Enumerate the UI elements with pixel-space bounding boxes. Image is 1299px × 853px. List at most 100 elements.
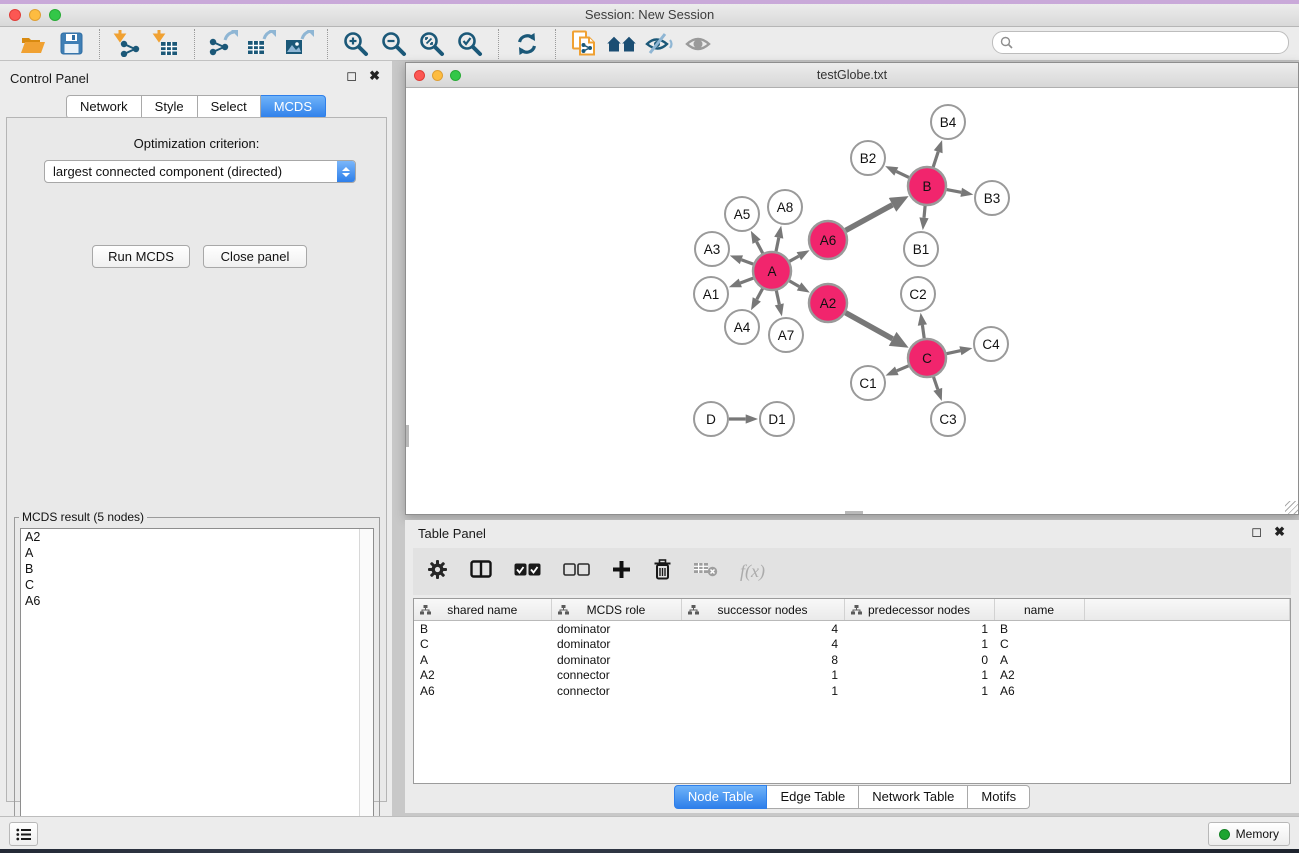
clone-network-button[interactable]	[567, 29, 601, 59]
zoom-out-button[interactable]	[377, 29, 411, 59]
add-column-button[interactable]	[612, 560, 631, 584]
table-row[interactable]: A6connector11A6	[414, 683, 1290, 699]
tab-style[interactable]: Style	[142, 95, 198, 119]
task-history-button[interactable]	[9, 822, 38, 846]
column-header-MCDS-role[interactable]: MCDS role	[551, 599, 681, 621]
table-cell[interactable]: 1	[844, 621, 994, 637]
export-network-button[interactable]	[206, 29, 240, 59]
mcds-result-item[interactable]: A	[21, 545, 373, 561]
column-header-name[interactable]: name	[994, 599, 1084, 621]
graph-edge-C-C2[interactable]	[922, 325, 924, 338]
graph-edge-A-A2[interactable]	[789, 281, 799, 287]
network-canvas[interactable]: B4B2BB3A8A5A6A3B1AA1C2A2A4A7C4CC1C3DD1	[406, 88, 1298, 514]
graph-edge-A2-C[interactable]	[846, 313, 893, 339]
close-panel-icon[interactable]: ✖	[1274, 525, 1285, 538]
table-cell[interactable]: A6	[994, 683, 1084, 699]
column-header-predecessor-nodes[interactable]: predecessor nodes	[844, 599, 994, 621]
tab-network-table[interactable]: Network Table	[859, 785, 968, 809]
network-vertical-scrollbar[interactable]	[406, 425, 409, 447]
table-cell[interactable]: 1	[681, 668, 844, 684]
tab-motifs[interactable]: Motifs	[968, 785, 1030, 809]
network-horizontal-scrollbar[interactable]	[845, 511, 863, 514]
mcds-result-item[interactable]: A2	[21, 529, 373, 545]
table-cell[interactable]: B	[414, 621, 551, 637]
table-cell[interactable]: A2	[414, 668, 551, 684]
mcds-list-scrollbar[interactable]	[359, 529, 373, 836]
table-cell[interactable]: 1	[844, 637, 994, 653]
table-cell[interactable]: 1	[844, 683, 994, 699]
optimization-criterion-select[interactable]: largest connected component (directed)	[44, 160, 356, 183]
table-cell[interactable]: B	[994, 621, 1084, 637]
graph-edge-A-A5[interactable]	[757, 242, 763, 254]
graph-edge-B-B3[interactable]	[947, 190, 962, 193]
houses-button[interactable]	[605, 29, 639, 59]
delete-table-button[interactable]	[694, 561, 718, 582]
mcds-result-item[interactable]: A6	[21, 593, 373, 609]
table-cell[interactable]: A6	[414, 683, 551, 699]
table-cell[interactable]: 1	[844, 668, 994, 684]
table-cell[interactable]: A	[994, 652, 1084, 668]
select-all-button[interactable]	[514, 563, 541, 581]
table-cell[interactable]: 0	[844, 652, 994, 668]
export-image-button[interactable]	[282, 29, 316, 59]
table-cell[interactable]: dominator	[551, 637, 681, 653]
table-cell[interactable]: dominator	[551, 621, 681, 637]
search-input[interactable]	[1013, 35, 1288, 51]
table-cell[interactable]: dominator	[551, 652, 681, 668]
table-row[interactable]: A2connector11A2	[414, 668, 1290, 684]
graph-edge-B-B2[interactable]	[896, 171, 909, 177]
zoom-selected-button[interactable]	[453, 29, 487, 59]
import-network-button[interactable]	[111, 29, 145, 59]
graph-edge-C-C4[interactable]	[947, 351, 961, 354]
function-builder-button[interactable]: f(x)	[740, 561, 765, 582]
save-session-button[interactable]	[54, 29, 88, 59]
table-cell[interactable]: connector	[551, 683, 681, 699]
table-cell[interactable]: A	[414, 652, 551, 668]
zoom-fit-button[interactable]	[415, 29, 449, 59]
table-cell[interactable]: C	[994, 637, 1084, 653]
table-cell[interactable]: 4	[681, 621, 844, 637]
tab-node-table[interactable]: Node Table	[674, 785, 768, 809]
delete-button[interactable]	[653, 559, 672, 585]
table-cell[interactable]: A2	[994, 668, 1084, 684]
graph-edge-A-A1[interactable]	[740, 278, 753, 283]
table-cell[interactable]: 1	[681, 683, 844, 699]
import-table-button[interactable]	[149, 29, 183, 59]
zoom-in-button[interactable]	[339, 29, 373, 59]
table-row[interactable]: Cdominator41C	[414, 637, 1290, 653]
graph-edge-C-C1[interactable]	[897, 366, 909, 371]
window-resize-grip[interactable]	[1285, 501, 1298, 514]
show-eye-button[interactable]	[681, 29, 715, 59]
graph-edge-A-A4[interactable]	[757, 289, 763, 300]
hide-eye-button[interactable]	[643, 29, 677, 59]
float-panel-icon[interactable]: ◻	[1251, 525, 1262, 538]
float-panel-icon[interactable]: ◻	[346, 69, 357, 82]
graph-edge-B-B4[interactable]	[933, 152, 938, 167]
table-cell[interactable]: connector	[551, 668, 681, 684]
close-panel-icon[interactable]: ✖	[369, 69, 380, 82]
graph-edge-A-A6[interactable]	[790, 256, 799, 261]
export-table-button[interactable]	[244, 29, 278, 59]
run-mcds-button[interactable]: Run MCDS	[92, 245, 190, 268]
graph-edge-A-A8[interactable]	[776, 238, 779, 252]
column-header-successor-nodes[interactable]: successor nodes	[681, 599, 844, 621]
graph-edge-B-B1[interactable]	[924, 206, 925, 218]
tab-network[interactable]: Network	[66, 95, 142, 119]
tab-select[interactable]: Select	[198, 95, 261, 119]
open-session-button[interactable]	[16, 29, 50, 59]
graph-edge-C-C3[interactable]	[934, 377, 938, 390]
table-settings-button[interactable]	[427, 559, 448, 585]
tab-edge-table[interactable]: Edge Table	[767, 785, 859, 809]
column-layout-button[interactable]	[470, 560, 492, 583]
mcds-result-item[interactable]: B	[21, 561, 373, 577]
table-row[interactable]: Bdominator41B	[414, 621, 1290, 637]
close-panel-button[interactable]: Close panel	[203, 245, 307, 268]
deselect-all-button[interactable]	[563, 563, 590, 581]
memory-button[interactable]: Memory	[1208, 822, 1290, 846]
mcds-result-item[interactable]: C	[21, 577, 373, 593]
tab-mcds[interactable]: MCDS	[261, 95, 326, 119]
table-cell[interactable]: 4	[681, 637, 844, 653]
graph-edge-A-A3[interactable]	[741, 260, 753, 264]
refresh-button[interactable]	[510, 29, 544, 59]
table-row[interactable]: Adominator80A	[414, 652, 1290, 668]
